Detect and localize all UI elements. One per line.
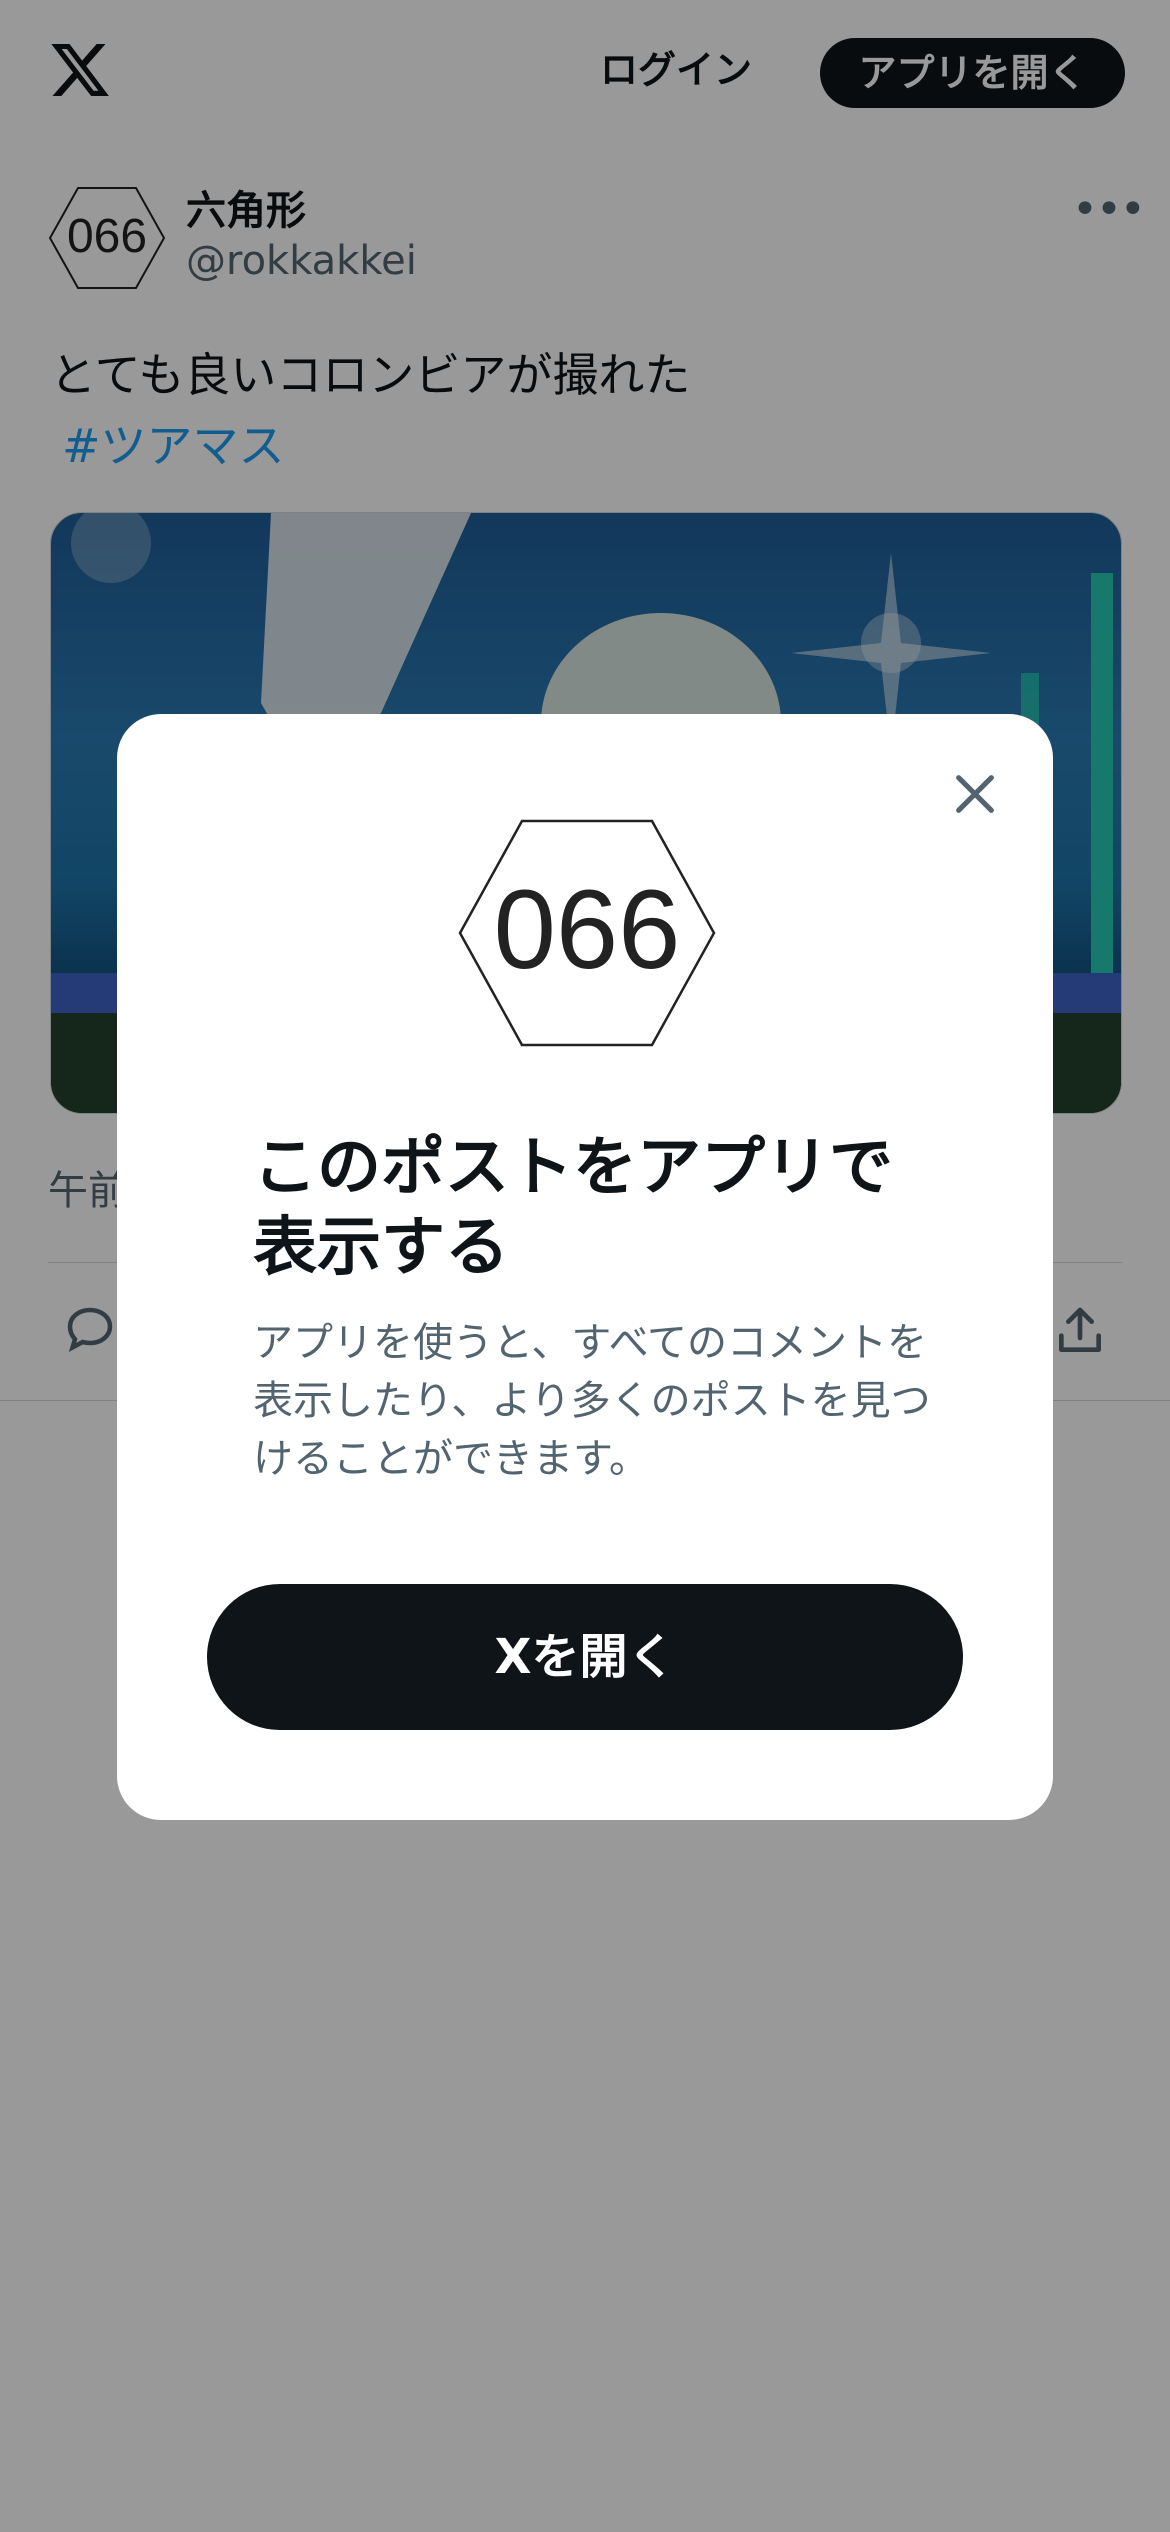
close-icon[interactable] — [947, 766, 1003, 822]
open-in-app-dialog: 066 このポストをアプリで表示する アプリを使うと、すべてのコメントを表示した… — [117, 714, 1053, 1820]
open-x-button[interactable]: Xを開く — [207, 1584, 963, 1730]
modal-logo: 066 — [458, 819, 716, 1047]
modal-description: アプリを使うと、すべてのコメントを表示したり、より多くのポストを見つけることがで… — [253, 1320, 931, 1482]
modal-logo-text: 066 — [494, 867, 681, 992]
modal-title: このポストをアプリで表示する — [253, 1131, 893, 1285]
